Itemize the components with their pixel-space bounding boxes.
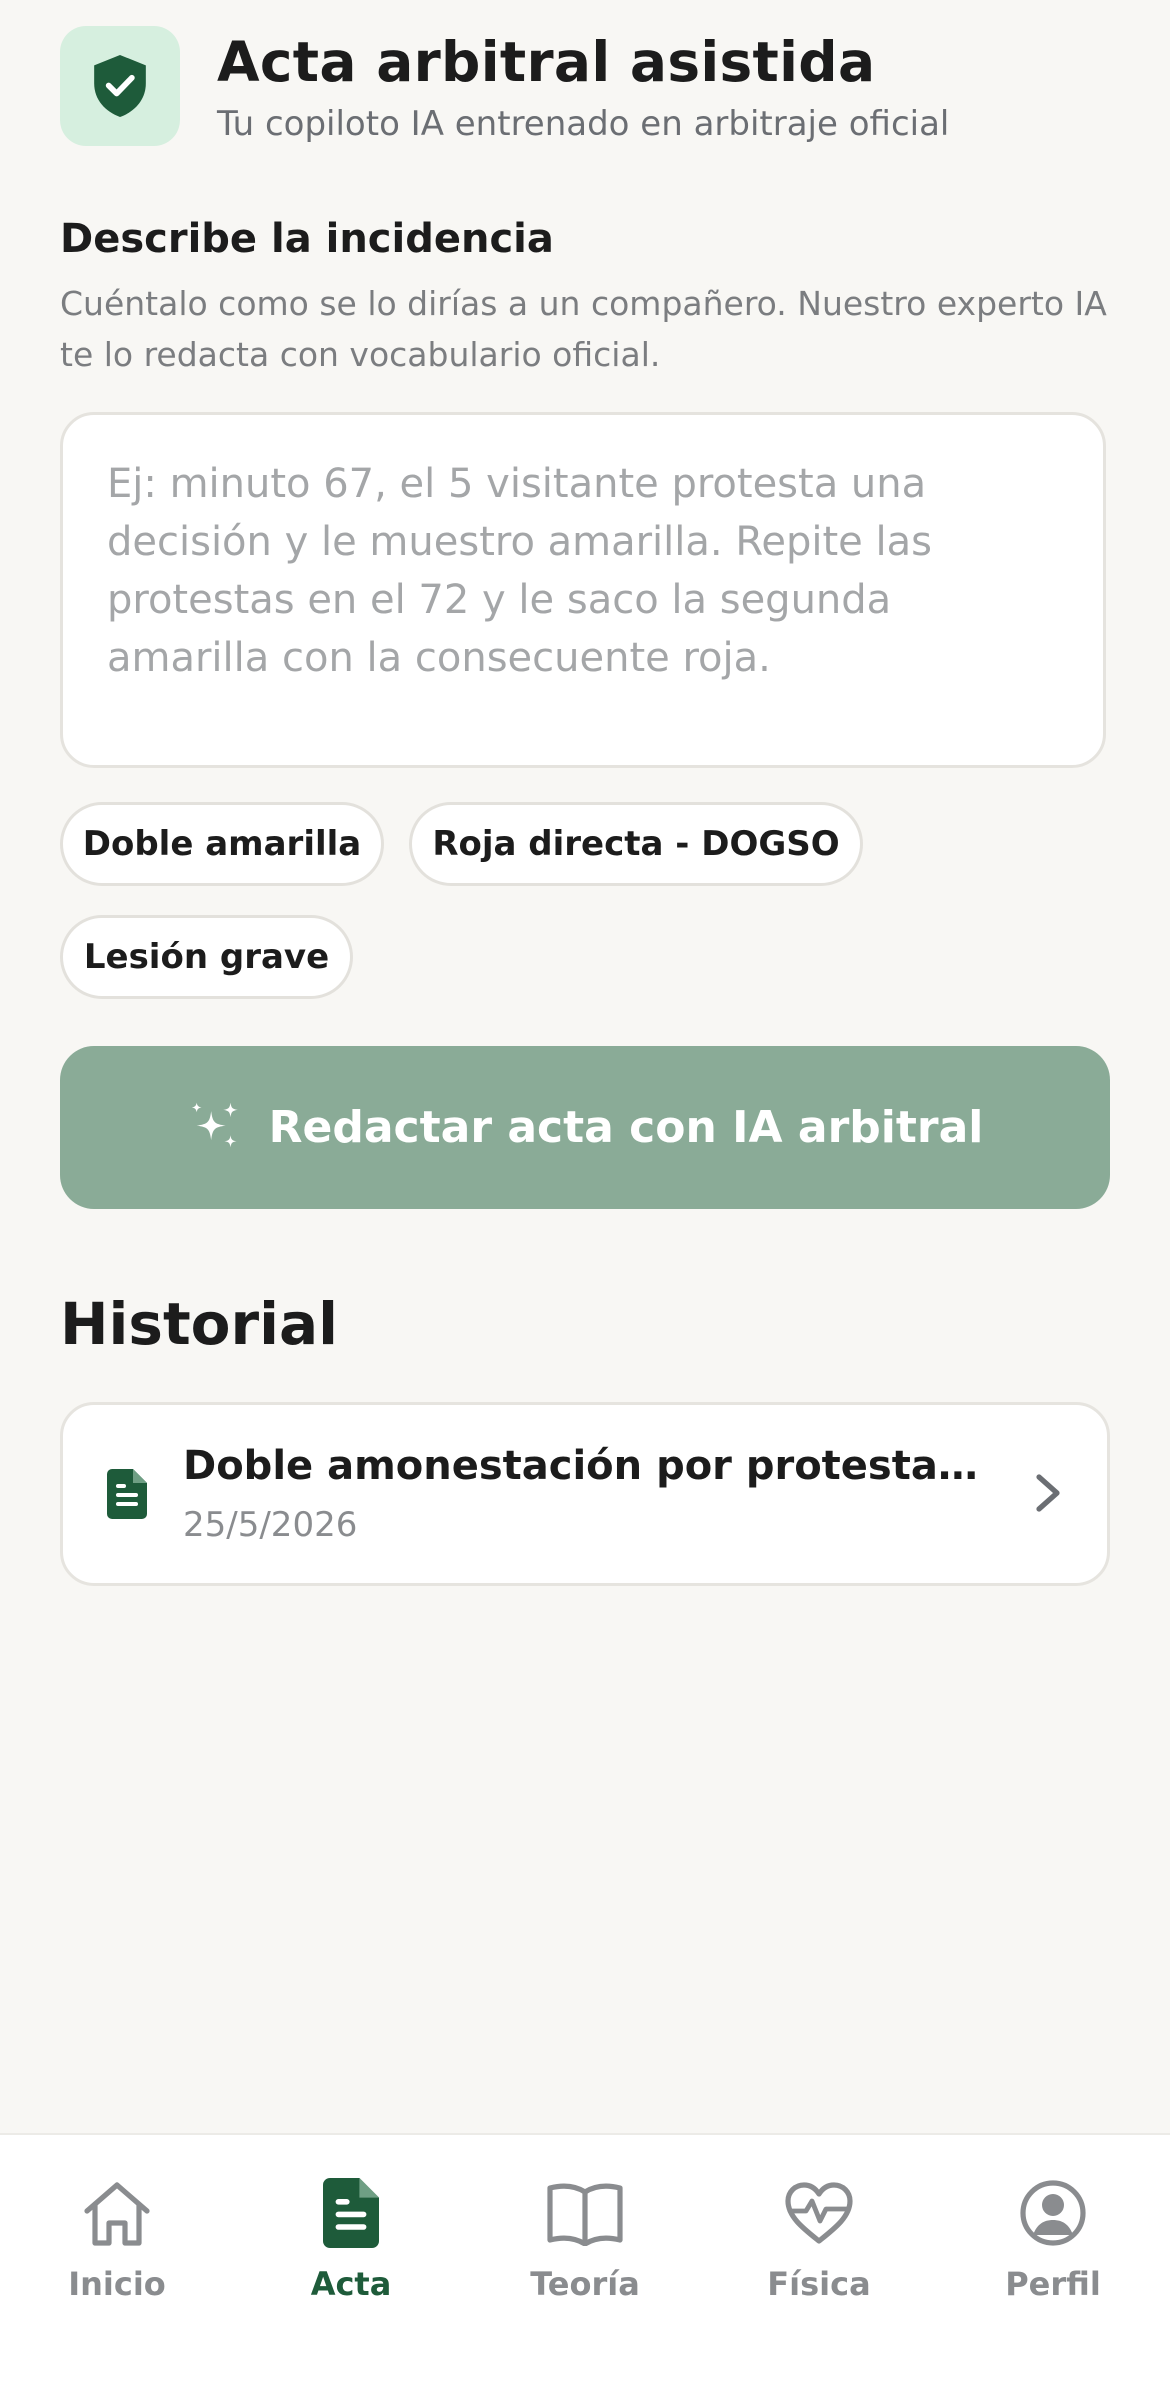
home-icon (84, 2182, 150, 2246)
document-icon (107, 1469, 147, 1519)
chip-roja-directa-dogso[interactable]: Roja directa - DOGSO (409, 802, 863, 886)
incident-field[interactable] (60, 412, 1106, 768)
incident-section-title: Describe la incidencia (60, 216, 554, 262)
history-title: Historial (60, 1290, 339, 1358)
nav-label-teoria: Teoría (530, 2265, 640, 2303)
nav-item-fisica[interactable]: Física (702, 2135, 936, 2335)
bottom-nav: Inicio Acta Teoría Física Perfil (0, 2133, 1170, 2391)
book-icon (547, 2183, 623, 2246)
chevron-right-icon (1036, 1474, 1060, 1512)
history-item-title: Doble amonestación por protestas reitera… (183, 1443, 983, 1489)
page-title: Acta arbitral asistida (217, 30, 876, 94)
app-badge (60, 26, 180, 146)
incident-section-help: Cuéntalo como se lo dirías a un compañer… (60, 284, 1107, 374)
user-circle-icon (1020, 2180, 1086, 2246)
page-header: Acta arbitral asistida Tu copiloto IA en… (60, 26, 1110, 148)
sparkles-icon (191, 1102, 238, 1147)
nav-label-perfil: Perfil (1005, 2265, 1101, 2303)
chip-doble-amarilla[interactable]: Doble amarilla (60, 802, 384, 886)
generate-acta-label: Redactar acta con IA arbitral (268, 1102, 984, 1153)
document-icon (323, 2178, 379, 2248)
nav-item-inicio[interactable]: Inicio (0, 2135, 234, 2335)
history-item[interactable]: Doble amonestación por protestas reitera… (60, 1402, 1110, 1586)
heart-pulse-icon (785, 2182, 853, 2244)
nav-item-acta[interactable]: Acta (234, 2135, 468, 2335)
generate-acta-button[interactable]: Redactar acta con IA arbitral (60, 1046, 1110, 1209)
nav-item-teoria[interactable]: Teoría (468, 2135, 702, 2335)
page-subtitle: Tu copiloto IA entrenado en arbitraje of… (217, 104, 950, 144)
incident-input[interactable] (107, 455, 1057, 735)
nav-label-fisica: Física (767, 2265, 871, 2303)
chip-lesion-grave[interactable]: Lesión grave (60, 915, 353, 999)
nav-item-perfil[interactable]: Perfil (936, 2135, 1170, 2335)
history-item-date: 25/5/2026 (183, 1505, 358, 1545)
nav-label-inicio: Inicio (68, 2265, 166, 2303)
shield-check-icon (94, 55, 146, 117)
nav-label-acta: Acta (310, 2265, 392, 2303)
